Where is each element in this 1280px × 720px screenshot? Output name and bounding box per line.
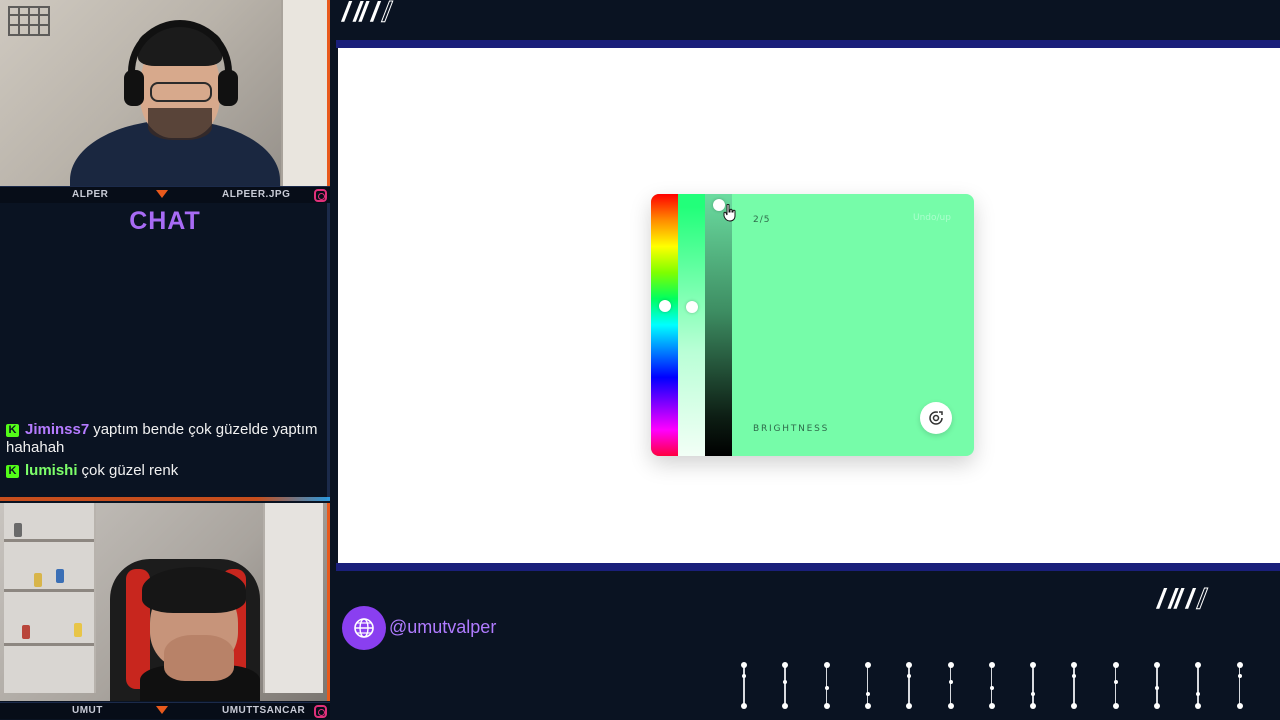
beard [148, 108, 212, 140]
hue-slider[interactable] [651, 194, 678, 456]
chat-divider [0, 497, 330, 501]
chat-username: Jiminss7 [25, 421, 90, 438]
color-picker-card: 2/5 Undo/up BRIGHTNESS [651, 194, 974, 456]
social-badge [342, 606, 386, 650]
tick-mark [1112, 660, 1120, 712]
shelf [4, 503, 96, 693]
chat-panel: CHAT K Jiminss7 yaptım bende çok güzelde y… [0, 203, 330, 500]
chat-title: CHAT [129, 207, 201, 235]
glasses [150, 82, 212, 102]
webcam-top-handle: ALPEER.JPG [222, 189, 291, 200]
wall-decoration [8, 6, 50, 36]
chat-message: K Jiminss7 yaptım bende çok güzelde yaptım… [6, 421, 324, 457]
kick-badge-icon: K [6, 424, 19, 437]
brightness-slider[interactable] [705, 194, 732, 456]
tick-mark [1029, 660, 1037, 712]
webcam-top [0, 0, 330, 186]
shared-screen: 2/5 Undo/up BRIGHTNESS [338, 48, 1280, 564]
tick-mark [864, 660, 872, 712]
tick-mark [947, 660, 955, 712]
webcam-top-name: ALPER [72, 189, 109, 200]
headphone-cup-left [124, 70, 144, 106]
hand-cursor-icon [723, 204, 736, 222]
webcam-bottom-handle: UMUTTSANCAR [222, 705, 306, 716]
decorative-slashes: / // / / [1157, 583, 1206, 615]
tick-mark [1153, 660, 1161, 712]
decorative-tick-marks [740, 660, 1260, 714]
globe-icon [354, 618, 374, 638]
streamer-hand [164, 635, 234, 681]
tick-mark [905, 660, 913, 712]
social-handle: @umutvalper [389, 617, 497, 637]
slider-label: BRIGHTNESS [753, 424, 830, 434]
step-indicator: 2/5 [753, 215, 771, 225]
chat-text: çok güzel renk [81, 462, 179, 479]
instagram-icon [314, 189, 327, 202]
down-arrow-icon [156, 190, 168, 198]
kick-badge-icon: K [6, 465, 19, 478]
door [281, 0, 327, 186]
refresh-target-icon [929, 411, 943, 425]
frame-bottom-border [336, 563, 1280, 571]
saturation-slider[interactable] [678, 194, 705, 456]
saturation-slider-handle[interactable] [686, 301, 698, 313]
tick-mark [740, 660, 748, 712]
tick-mark [1194, 660, 1202, 712]
tick-mark [1236, 660, 1244, 712]
tick-mark [823, 660, 831, 712]
submit-color-button[interactable] [920, 402, 952, 434]
webcam-bottom-name: UMUT [72, 705, 103, 716]
streamer-hair [142, 567, 246, 613]
webcam-bottom-nameplate: UMUT UMUTTSANCAR [0, 702, 330, 719]
hue-slider-handle[interactable] [659, 300, 671, 312]
webcam-bottom [0, 503, 330, 701]
frame-top-border [336, 40, 1280, 48]
decorative-slashes: / // / / [342, 0, 391, 28]
chat-message: Klumishi çok güzel renk [6, 462, 324, 480]
tick-mark [781, 660, 789, 712]
doorway [263, 503, 323, 693]
webcam-top-nameplate: ALPER ALPEER.JPG [0, 186, 330, 203]
chat-username: lumishi [25, 462, 78, 479]
tick-mark [1070, 660, 1078, 712]
instagram-icon [314, 705, 327, 718]
tick-mark [988, 660, 996, 712]
undo-link[interactable]: Undo/up [913, 213, 951, 223]
down-arrow-icon [156, 706, 168, 714]
headphone-cup-right [218, 70, 238, 106]
